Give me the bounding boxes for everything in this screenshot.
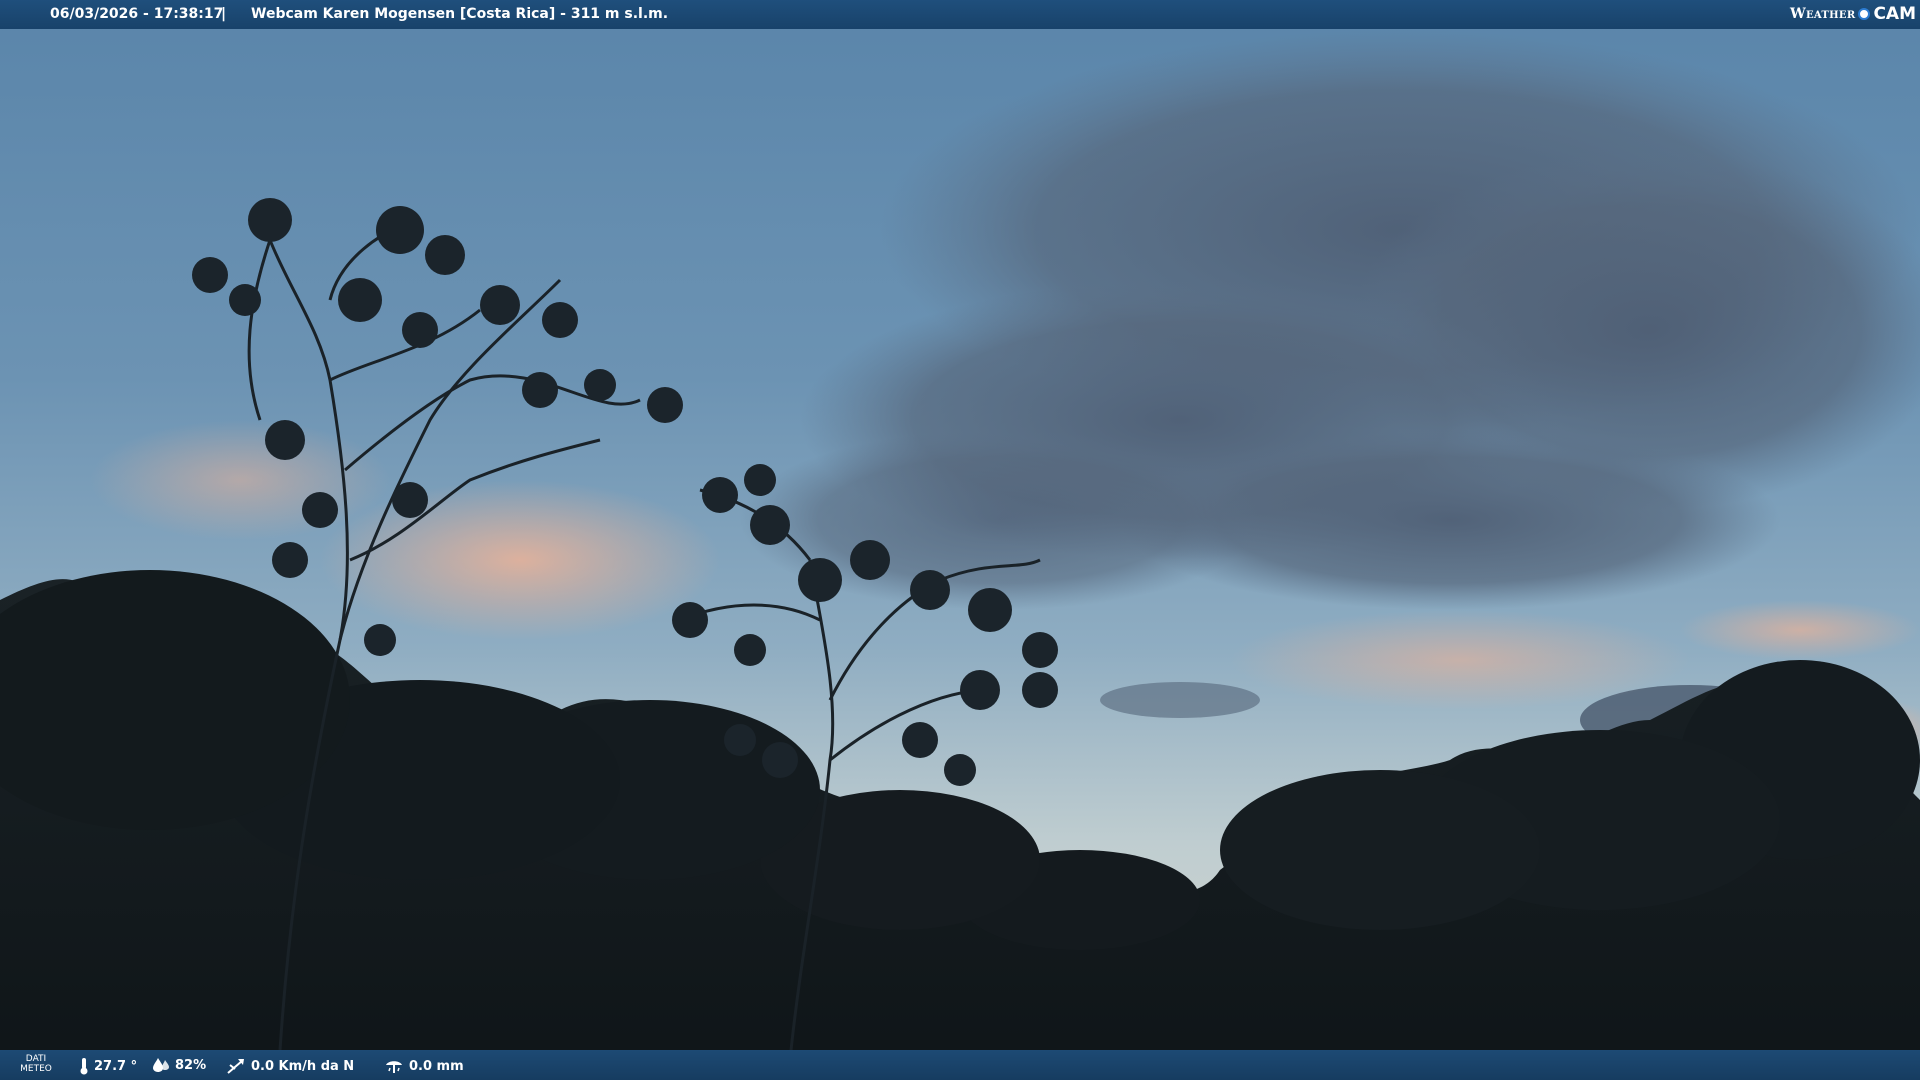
wind-value: 0.0 Km/h da N xyxy=(251,1058,355,1074)
rain-value: 0.0 mm xyxy=(409,1058,464,1074)
rain-readout: 0.0 mm xyxy=(384,1057,464,1075)
dati-meteo-label: DATI METEO xyxy=(16,1054,56,1074)
webcam-image xyxy=(0,0,1920,1080)
humidity-readout: 82% xyxy=(152,1057,206,1073)
logo-weather-text: Weather xyxy=(1789,6,1856,22)
top-info-bar: 06/03/2026 - 17:38:17 | Webcam Karen Mog… xyxy=(0,0,1920,29)
weathercam-logo: Weather CAM xyxy=(1790,3,1916,25)
dati-label-line2: METEO xyxy=(20,1064,52,1074)
thermometer-icon xyxy=(80,1058,88,1075)
separator: | xyxy=(221,6,227,22)
rain-gauge-icon xyxy=(386,1061,402,1073)
timestamp: 06/03/2026 - 17:38:17 xyxy=(50,6,224,22)
temperature-value: 27.7 ° xyxy=(94,1058,138,1074)
webcam-title: Webcam Karen Mogensen [Costa Rica] - 311… xyxy=(251,6,669,22)
humidity-drops-icon xyxy=(153,1058,169,1072)
dati-label-line1: DATI xyxy=(25,1054,47,1064)
weather-data-bar: DATI METEO 27.7 ° 82% 0.0 Km/h da N 0.0 … xyxy=(0,1050,1920,1080)
logo-dot-icon xyxy=(1858,8,1871,20)
humidity-value: 82% xyxy=(175,1057,207,1073)
temperature-readout: 27.7 ° xyxy=(79,1057,137,1075)
logo-cam-text: CAM xyxy=(1873,4,1916,24)
wind-vane-icon xyxy=(227,1059,244,1074)
wind-readout: 0.0 Km/h da N xyxy=(226,1057,354,1075)
